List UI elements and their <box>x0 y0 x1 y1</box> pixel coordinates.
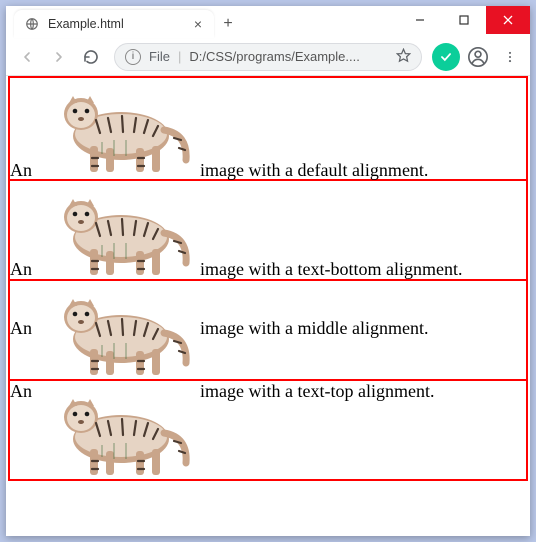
tab-strip: Example.html × + <box>6 6 242 38</box>
example-row-middle: An image with a middle alignment. <box>8 279 528 381</box>
tab-title: Example.html <box>48 17 190 31</box>
row-suffix: image with a middle alignment. <box>200 318 428 338</box>
close-window-button[interactable] <box>486 6 530 34</box>
window-controls <box>398 6 530 34</box>
back-button[interactable] <box>12 42 42 72</box>
info-icon: i <box>125 49 141 65</box>
tab-active[interactable]: Example.html × <box>14 10 214 38</box>
tiger-image <box>36 78 196 176</box>
row-suffix: image with a text-bottom alignment. <box>200 259 462 279</box>
address-path: D:/CSS/programs/Example.... <box>189 49 388 64</box>
row-prefix: An <box>10 381 32 401</box>
address-separator: | <box>178 49 181 64</box>
new-tab-button[interactable]: + <box>214 10 242 38</box>
row-suffix: image with a text-top alignment. <box>200 381 434 401</box>
address-scheme: File <box>149 49 170 64</box>
titlebar: Example.html × + <box>6 6 530 38</box>
forward-button[interactable] <box>44 42 74 72</box>
extension-button[interactable] <box>432 43 460 71</box>
row-suffix: image with a default alignment. <box>200 160 428 180</box>
menu-button[interactable] <box>496 43 524 71</box>
example-row-default: An image with a default alignment. <box>8 76 528 181</box>
globe-icon <box>24 16 40 32</box>
minimize-button[interactable] <box>398 6 442 34</box>
maximize-button[interactable] <box>442 6 486 34</box>
row-prefix: An <box>10 259 32 279</box>
address-bar[interactable]: i File | D:/CSS/programs/Example.... <box>114 43 422 71</box>
example-row-text-top: An image with a text-top alignment. <box>8 379 528 481</box>
tiger-image <box>36 381 196 479</box>
browser-window: Example.html × + i F <box>6 6 530 536</box>
bookmark-star-icon[interactable] <box>396 48 411 66</box>
row-prefix: An <box>10 318 32 338</box>
page-content: An image with a default alignment. An imag… <box>6 76 530 536</box>
tiger-image <box>36 281 196 379</box>
toolbar: i File | D:/CSS/programs/Example.... <box>6 38 530 76</box>
example-row-text-bottom: An image with a text-bottom alignment. <box>8 179 528 281</box>
reload-button[interactable] <box>76 42 106 72</box>
close-tab-button[interactable]: × <box>190 16 206 32</box>
row-prefix: An <box>10 160 32 180</box>
profile-button[interactable] <box>464 43 492 71</box>
tiger-image <box>36 181 196 279</box>
